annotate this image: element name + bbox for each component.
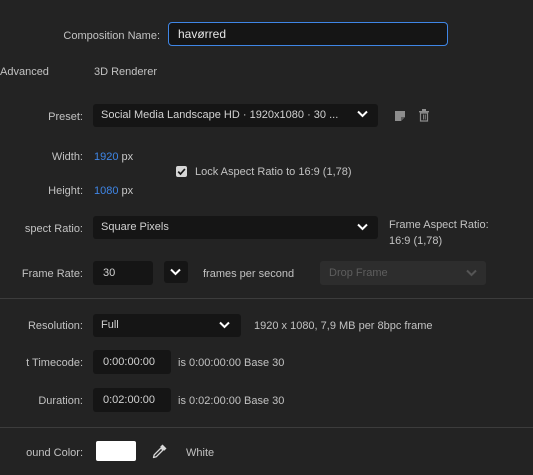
composition-name-input[interactable]: havørred	[168, 22, 448, 46]
drop-frame-select[interactable]: Drop Frame	[320, 261, 486, 285]
tab-3d-renderer[interactable]: 3D Renderer	[94, 66, 157, 78]
start-timecode-info: is 0:00:00:00 Base 30	[178, 357, 285, 369]
start-timecode-label: t Timecode:	[26, 357, 83, 369]
lock-aspect-label: Lock Aspect Ratio to 16:9 (1,78)	[195, 166, 352, 178]
frame-rate-dropdown-button[interactable]	[164, 261, 188, 283]
background-color-label: ound Color:	[26, 447, 83, 459]
width-label: Width:	[51, 151, 83, 163]
pixel-aspect-select[interactable]: Square Pixels	[93, 216, 378, 239]
preset-label: Preset:	[48, 111, 83, 123]
duration-info: is 0:02:00:00 Base 30	[178, 395, 285, 407]
frame-aspect-value: 16:9 (1,78)	[389, 235, 443, 247]
resolution-value: Full	[101, 319, 119, 331]
frame-aspect-label: Frame Aspect Ratio:	[389, 219, 489, 231]
divider	[0, 427, 533, 428]
resolution-label: Resolution:	[27, 320, 83, 332]
background-color-swatch[interactable]	[96, 441, 136, 461]
preset-value: Social Media Landscape HD · 1920x1080 · …	[101, 109, 339, 121]
resolution-info: 1920 x 1080, 7,9 MB per 8bpc frame	[254, 320, 433, 332]
start-timecode-input[interactable]: 0:00:00:00	[93, 350, 171, 374]
save-preset-icon[interactable]	[394, 110, 406, 122]
duration-value: 0:02:00:00	[103, 394, 155, 406]
composition-name-label: Composition Name:	[63, 30, 160, 42]
divider	[0, 298, 533, 299]
frame-rate-input[interactable]: 30	[93, 261, 153, 285]
resolution-chevron-down-icon	[219, 321, 230, 329]
tab-advanced[interactable]: Advanced	[0, 66, 49, 78]
height-label: Height:	[48, 185, 83, 197]
drop-frame-chevron-down-icon	[466, 269, 477, 277]
width-unit: px	[121, 151, 134, 163]
pixel-aspect-value: Square Pixels	[101, 221, 169, 233]
frame-rate-chevron-down-icon	[170, 268, 181, 276]
composition-name-value: havørred	[178, 27, 227, 41]
frame-rate-unit: frames per second	[203, 268, 295, 280]
checkmark-icon	[177, 168, 186, 176]
height-unit: px	[121, 185, 134, 197]
pixel-aspect-chevron-down-icon	[357, 223, 368, 231]
lock-aspect-checkbox[interactable]	[176, 166, 187, 177]
preset-select[interactable]: Social Media Landscape HD · 1920x1080 · …	[93, 104, 378, 127]
height-value[interactable]: 1080	[94, 185, 118, 197]
preset-chevron-down-icon	[357, 110, 368, 118]
trash-icon[interactable]	[418, 109, 430, 122]
duration-label: Duration:	[38, 395, 83, 407]
background-color-name: White	[186, 447, 215, 459]
eyedropper-icon[interactable]	[152, 443, 168, 459]
width-value[interactable]: 1920	[94, 151, 118, 163]
duration-input[interactable]: 0:02:00:00	[93, 388, 171, 412]
frame-rate-label: Frame Rate:	[21, 268, 83, 280]
pixel-aspect-label: spect Ratio:	[24, 223, 83, 235]
frame-rate-value: 30	[103, 267, 116, 279]
drop-frame-value: Drop Frame	[329, 267, 388, 279]
start-timecode-value: 0:00:00:00	[103, 356, 155, 368]
